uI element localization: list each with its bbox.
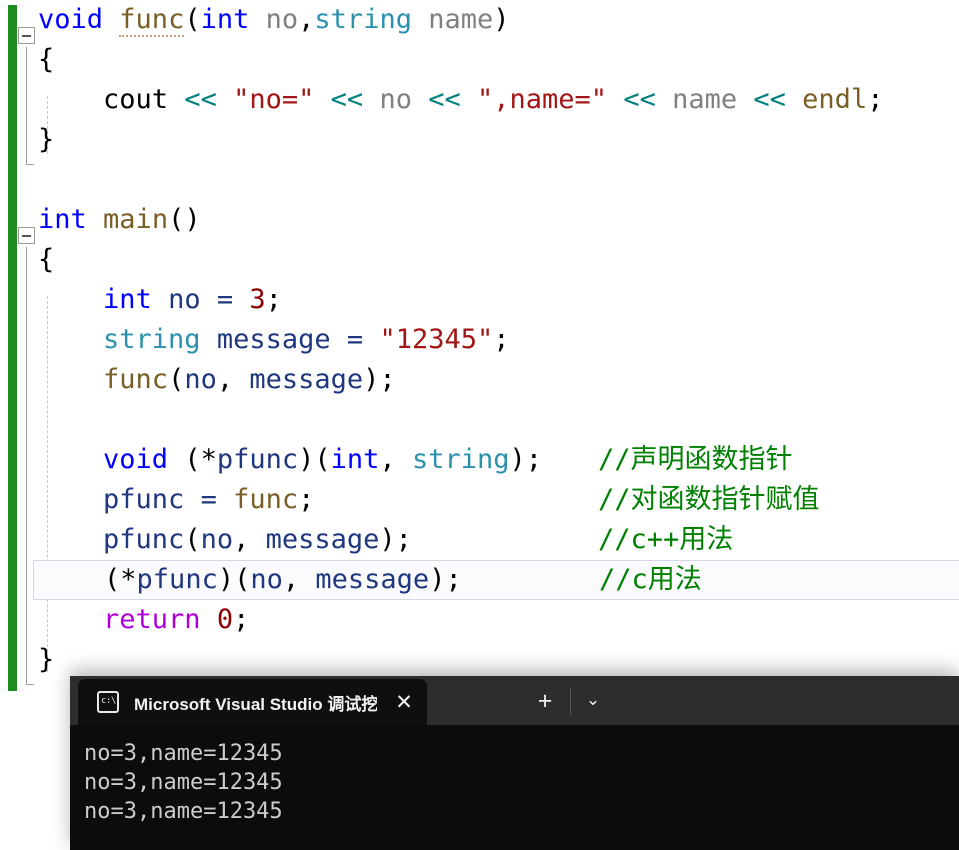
code-line-text: void (*pfunc)(int, string);	[103, 444, 543, 475]
console-icon-text: c:\	[101, 696, 116, 706]
terminal-output[interactable]: no=3,name=12345 no=3,name=12345 no=3,nam…	[70, 725, 959, 826]
code-line[interactable]: return 0;	[0, 600, 959, 640]
code-line-text: return 0;	[103, 604, 250, 635]
terminal-tab-title: Microsoft Visual Studio 调试挖	[134, 694, 377, 714]
terminal-output-line: no=3,name=12345	[84, 770, 283, 795]
terminal-output-line: no=3,name=12345	[84, 741, 283, 766]
code-line[interactable]: int main()	[0, 200, 959, 240]
code-line-text: (*pfunc)(no, message);	[104, 564, 462, 595]
code-line[interactable]: {	[0, 40, 959, 80]
code-line[interactable]: }	[0, 640, 959, 680]
console-icon: c:\	[97, 691, 119, 713]
chevron-down-icon[interactable]: ⌄	[580, 688, 606, 712]
code-line[interactable]: pfunc(no, message); //c++用法	[0, 520, 959, 560]
code-line-text: }	[38, 124, 55, 155]
code-comment: //c用法	[599, 564, 702, 595]
code-line[interactable]: void (*pfunc)(int, string); //声明函数指针	[0, 440, 959, 480]
code-line-text: void func(int no,string name)	[38, 4, 510, 37]
toolbar-divider	[570, 687, 571, 715]
code-comment: //c++用法	[598, 524, 734, 555]
code-line-current[interactable]: (*pfunc)(no, message); //c用法	[33, 560, 959, 600]
terminal-tab-active[interactable]: c:\ Microsoft Visual Studio 调试挖 ✕	[78, 679, 427, 725]
code-lines: void func(int no,string name) { cout << …	[0, 0, 959, 680]
code-line[interactable]	[0, 400, 959, 440]
code-line[interactable]	[0, 160, 959, 200]
code-line-text: string message = "12345";	[103, 324, 510, 355]
code-line-text: {	[38, 244, 55, 275]
code-line[interactable]: {	[0, 240, 959, 280]
code-line-text: }	[38, 644, 55, 675]
code-line-text: func(no, message);	[103, 364, 396, 395]
code-line[interactable]: void func(int no,string name)	[0, 0, 959, 40]
code-line-text: {	[38, 44, 55, 75]
code-line[interactable]: string message = "12345";	[0, 320, 959, 360]
code-line-text: pfunc = func;	[103, 484, 315, 515]
code-comment: //对函数指针赋值	[598, 484, 820, 515]
code-line[interactable]: pfunc = func; //对函数指针赋值	[0, 480, 959, 520]
code-line[interactable]: cout << "no=" << no << ",name=" << name …	[0, 80, 959, 120]
terminal-output-line: no=3,name=12345	[84, 799, 283, 824]
new-tab-icon[interactable]: +	[532, 689, 558, 714]
close-icon[interactable]: ✕	[389, 690, 419, 715]
code-line-text: pfunc(no, message);	[103, 524, 412, 555]
terminal-window[interactable]: c:\ Microsoft Visual Studio 调试挖 ✕ + ⌄ no…	[70, 676, 959, 850]
code-line[interactable]: int no = 3;	[0, 280, 959, 320]
code-line-text: int no = 3;	[103, 284, 282, 315]
code-comment: //声明函数指针	[598, 444, 793, 475]
code-line-text: cout << "no=" << no << ",name=" << name …	[103, 84, 884, 115]
code-line[interactable]: }	[0, 120, 959, 160]
code-line-text: int main()	[38, 204, 201, 235]
code-line[interactable]: func(no, message);	[0, 360, 959, 400]
terminal-titlebar[interactable]: c:\ Microsoft Visual Studio 调试挖 ✕ + ⌄	[70, 676, 959, 725]
